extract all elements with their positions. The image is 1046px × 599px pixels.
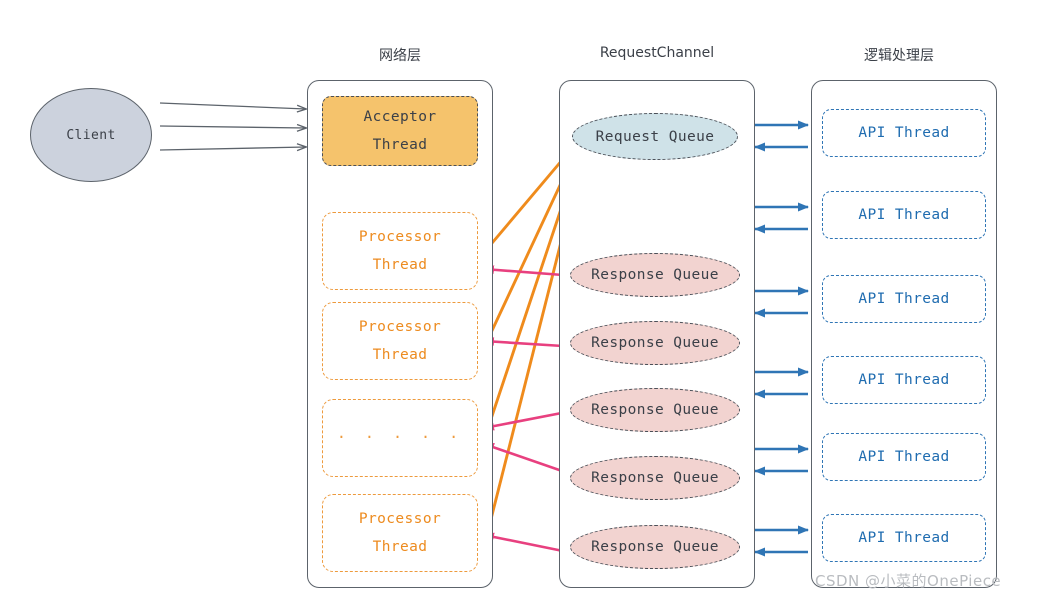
api-thread-label: API Thread	[858, 124, 950, 141]
api-thread-label: API Thread	[858, 448, 950, 465]
acceptor-thread-node[interactable]: Acceptor Thread	[322, 96, 478, 166]
api-thread-label: API Thread	[858, 371, 950, 388]
acceptor-thread-label-line1: Acceptor	[363, 108, 437, 125]
column-header-logic: 逻辑处理层	[864, 48, 934, 64]
channel-to-api-arrows	[754, 120, 809, 557]
processor-thread-label-line2: Thread	[372, 257, 428, 273]
api-thread-label: API Thread	[858, 206, 950, 223]
response-queue-node-5[interactable]: Response Queue	[570, 525, 740, 569]
response-queue-node-3[interactable]: Response Queue	[570, 388, 740, 432]
api-thread-node-2[interactable]: API Thread	[822, 191, 986, 239]
api-thread-node-6[interactable]: API Thread	[822, 514, 986, 562]
processor-thread-ellipsis-label: · · · · ·	[336, 428, 464, 447]
processor-thread-node-3[interactable]: Processor Thread	[322, 494, 478, 572]
request-queue-node[interactable]: Request Queue	[572, 113, 738, 160]
response-queue-label: Response Queue	[591, 335, 719, 351]
client-label: Client	[66, 127, 116, 143]
api-thread-node-4[interactable]: API Thread	[822, 356, 986, 404]
response-queue-label: Response Queue	[591, 539, 719, 555]
api-thread-label: API Thread	[858, 290, 950, 307]
csdn-watermark: CSDN @小菜的OnePiece	[815, 572, 1002, 590]
column-header-network: 网络层	[379, 48, 421, 64]
api-thread-node-3[interactable]: API Thread	[822, 275, 986, 323]
response-queue-node-2[interactable]: Response Queue	[570, 321, 740, 365]
response-queue-node-1[interactable]: Response Queue	[570, 253, 740, 297]
processor-thread-node-1[interactable]: Processor Thread	[322, 212, 478, 290]
response-queue-label: Response Queue	[591, 402, 719, 418]
response-queue-label: Response Queue	[591, 267, 719, 283]
diagram-canvas: 网络层 RequestChannel 逻辑处理层 Client Acceptor…	[0, 0, 1046, 599]
api-thread-node-1[interactable]: API Thread	[822, 109, 986, 157]
processor-thread-label-line2: Thread	[372, 347, 428, 363]
response-queue-label: Response Queue	[591, 470, 719, 486]
response-queue-node-4[interactable]: Response Queue	[570, 456, 740, 500]
request-queue-label: Request Queue	[595, 128, 715, 145]
processor-thread-label-line1: Processor	[358, 228, 442, 245]
column-header-request-channel: RequestChannel	[599, 45, 715, 61]
processor-thread-label-line2: Thread	[372, 539, 428, 555]
acceptor-thread-label-line2: Thread	[372, 137, 428, 153]
api-thread-node-5[interactable]: API Thread	[822, 433, 986, 481]
processor-thread-node-ellipsis[interactable]: · · · · ·	[322, 399, 478, 477]
processor-thread-node-2[interactable]: Processor Thread	[322, 302, 478, 380]
processor-thread-label-line1: Processor	[358, 318, 442, 335]
processor-thread-label-line1: Processor	[358, 510, 442, 527]
client-node[interactable]: Client	[30, 88, 152, 182]
client-to-network-arrows	[159, 102, 306, 150]
api-thread-label: API Thread	[858, 529, 950, 546]
